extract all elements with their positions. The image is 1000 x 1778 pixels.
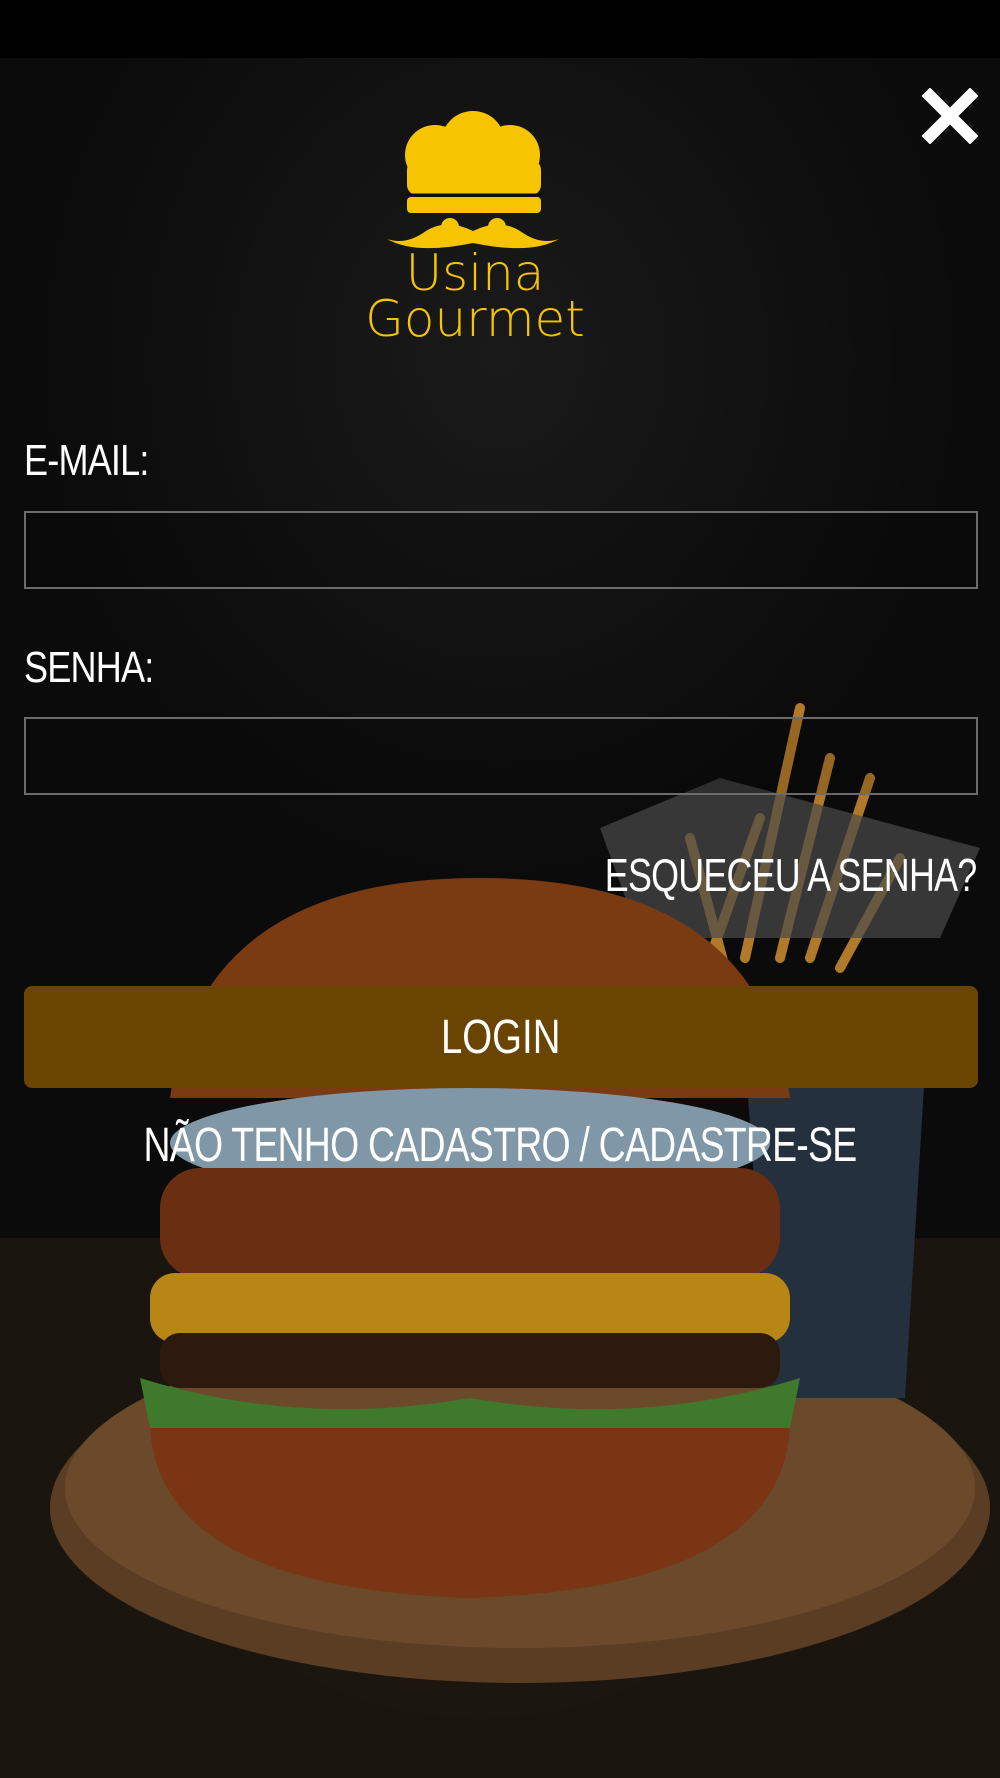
status-bar	[0, 0, 1000, 58]
email-label: E-MAIL:	[24, 436, 149, 485]
forgot-password-link[interactable]: ESQUECEU A SENHA?	[604, 848, 976, 902]
login-screen: Usina Gourmet E-MAIL: SENHA: ESQUECEU A …	[0, 0, 1000, 1778]
brand-logo: Usina Gourmet	[345, 105, 605, 350]
close-button[interactable]	[921, 87, 979, 145]
close-x-icon	[921, 87, 979, 145]
brand-wordmark: Usina Gourmet	[345, 248, 605, 348]
register-link[interactable]: NÃO TENHO CADASTRO / CADASTRE-SE	[0, 1118, 1000, 1173]
login-button-label: LOGIN	[441, 1010, 561, 1064]
register-link-label: NÃO TENHO CADASTRO / CADASTRE-SE	[143, 1119, 858, 1172]
login-button[interactable]: LOGIN	[24, 986, 978, 1088]
email-field[interactable]	[24, 511, 978, 589]
brand-line-2: Gourmet	[365, 290, 585, 348]
password-field[interactable]	[24, 717, 978, 795]
password-label: SENHA:	[24, 643, 154, 692]
chef-hat-mustache-icon	[387, 111, 559, 249]
